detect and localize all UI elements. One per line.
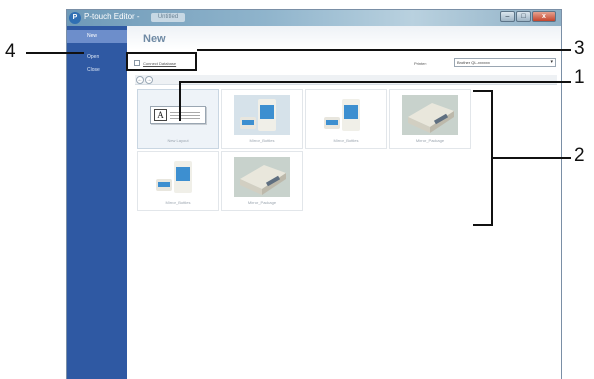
template-tile-new-layout[interactable]: A New Layout [137, 89, 219, 149]
back-arrow-icon[interactable]: ← [136, 76, 144, 84]
callout-leader-1 [179, 81, 181, 121]
template-tile[interactable]: Mirror_Bottles [221, 89, 303, 149]
printer-select-value: Brother QL-xxxxxx [457, 60, 490, 65]
callout-number-2: 2 [574, 145, 585, 166]
connect-database-highlight [126, 52, 197, 71]
template-label: Mirror_Package [247, 200, 277, 205]
bottles-thumbnail [318, 95, 374, 135]
package-thumbnail [234, 157, 290, 197]
chevron-down-icon: ▾ [550, 59, 553, 65]
bottles-thumbnail [234, 95, 290, 135]
title-bar[interactable]: P P-touch Editor - Untitled – □ x [67, 10, 561, 26]
callout-line-2 [493, 157, 571, 159]
template-label: Mirror_Bottles [249, 138, 275, 143]
template-tile[interactable]: Mirror_Package [389, 89, 471, 149]
maximize-button[interactable]: □ [516, 11, 531, 22]
callout-number-3: 3 [574, 38, 585, 59]
printer-label: Printer: [414, 61, 427, 66]
bottles-thumbnail [150, 157, 206, 197]
callout-number-1: 1 [574, 67, 585, 88]
app-icon: P [69, 12, 81, 24]
callout-line-1 [179, 81, 571, 83]
callout-line-4 [26, 52, 84, 54]
window-controls: – □ x [500, 11, 556, 22]
template-label: Mirror_Bottles [333, 138, 359, 143]
callout-bracket-top [473, 90, 493, 92]
template-tile[interactable]: Mirror_Bottles [305, 89, 387, 149]
page-title: New [143, 33, 166, 45]
sidebar-item-new[interactable]: New [67, 30, 127, 43]
template-tile[interactable]: Mirror_Bottles [137, 151, 219, 211]
minimize-button[interactable]: – [500, 11, 515, 22]
printer-select[interactable]: Brother QL-xxxxxx ▾ [454, 58, 556, 67]
new-layout-icon: A [150, 106, 206, 124]
package-thumbnail [402, 95, 458, 135]
close-button[interactable]: x [532, 11, 556, 22]
main-panel: New Connect Database Printer: Brother QL… [127, 26, 561, 379]
template-label: New Layout [167, 138, 189, 143]
callout-bracket-bottom [473, 224, 493, 226]
sidebar-item-close[interactable]: Close [67, 64, 127, 77]
callout-number-4: 4 [5, 41, 16, 62]
main-header: New [127, 26, 561, 50]
callout-line-3 [197, 49, 571, 51]
template-label: Mirror_Package [415, 138, 445, 143]
template-label: Mirror_Bottles [165, 200, 191, 205]
figure: P P-touch Editor - Untitled – □ x New Op… [0, 0, 594, 379]
forward-arrow-icon[interactable]: → [145, 76, 153, 84]
template-tile[interactable]: Mirror_Package [221, 151, 303, 211]
window-file-name: Untitled [151, 13, 185, 22]
navigation-bar: ← → [135, 75, 557, 85]
sidebar: New Open Close [67, 26, 127, 379]
window-title: P-touch Editor - [84, 12, 140, 21]
